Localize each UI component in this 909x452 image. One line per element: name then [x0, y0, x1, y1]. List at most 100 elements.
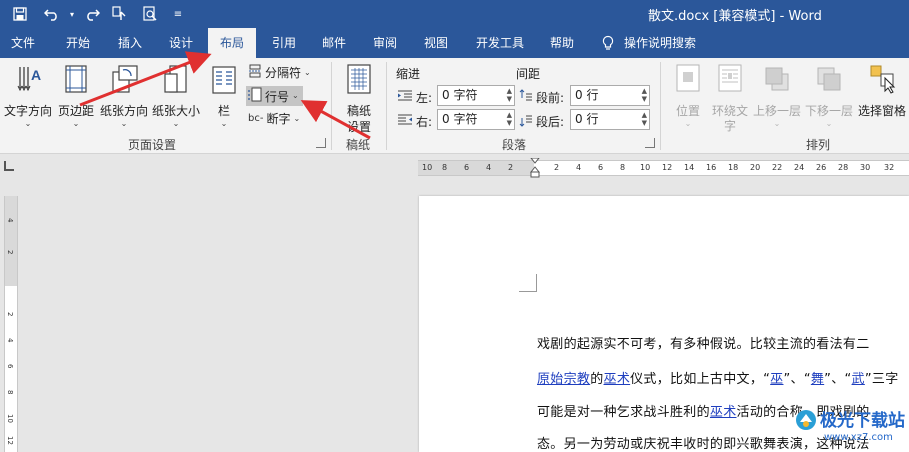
dialog-launcher-icon[interactable]	[316, 138, 326, 148]
site-watermark: 极光下载站 www.xz7.com	[790, 400, 909, 452]
spacing-after-icon	[519, 113, 533, 130]
selection-pane-button[interactable]: 选择窗格	[856, 62, 908, 132]
svg-text:A: A	[31, 67, 41, 83]
spacing-after-label: 段后:	[519, 113, 564, 130]
chevron-down-icon: ⌄	[24, 119, 32, 128]
chevron-down-icon: ⌄	[684, 119, 692, 128]
margins-icon	[64, 64, 88, 97]
text-direction-icon: A	[16, 64, 42, 97]
watermark-logo-icon	[794, 408, 818, 435]
wrap-text-button[interactable]: 环绕文 字	[708, 62, 752, 133]
arrange-group-label: 排列	[806, 138, 831, 152]
manuscript-settings-button[interactable]: 稿纸 设置	[338, 62, 380, 134]
horizontal-ruler[interactable]: 10 8 6 4 2 2 4 6 8 10 12 14 16 18 20 22 …	[418, 157, 909, 178]
text-direction-button[interactable]: A 文字方向 ⌄	[3, 62, 53, 132]
bring-forward-icon	[764, 66, 790, 95]
margins-button[interactable]: 页边距 ⌄	[56, 62, 96, 132]
spacing-before-label: 段前:	[519, 89, 564, 106]
chevron-down-icon: ⌄	[220, 119, 228, 128]
spinner-arrows-icon[interactable]: ▲ ▼	[507, 87, 512, 103]
indent-right-icon	[397, 114, 413, 129]
orientation-button[interactable]: 纸张方向 ⌄	[98, 62, 150, 132]
print-preview-icon[interactable]	[140, 4, 160, 24]
hyperlink[interactable]: 原始宗教	[537, 372, 590, 387]
customize-toolbar-icon[interactable]: ≡	[168, 4, 188, 24]
tab-insert[interactable]: 插入	[110, 28, 150, 58]
spacing-label: 间距	[516, 67, 541, 81]
ruler-left-margin	[418, 161, 534, 175]
chevron-down-icon: ⌄	[825, 119, 833, 128]
tab-developer[interactable]: 开发工具	[468, 28, 532, 58]
columns-button[interactable]: 栏 ⌄	[206, 62, 242, 132]
ribbon-layout: A 文字方向 ⌄ 页边距 ⌄ 纸张方向 ⌄ 纸张大小 ⌄ 栏 ⌄ 分隔符 ⌄ 行…	[0, 58, 909, 154]
hyphenation-icon: bc-	[248, 113, 264, 124]
ruler-top-margin	[5, 196, 17, 286]
size-button[interactable]: 纸张大小 ⌄	[150, 62, 202, 132]
orientation-icon	[109, 64, 139, 97]
spinner-arrows-icon[interactable]: ▲ ▼	[642, 87, 647, 103]
lightbulb-icon	[600, 35, 616, 51]
tab-review[interactable]: 审阅	[365, 28, 405, 58]
redo-icon[interactable]	[82, 4, 102, 24]
line-numbers-icon	[248, 87, 262, 105]
tab-references[interactable]: 引用	[264, 28, 304, 58]
tab-view[interactable]: 视图	[416, 28, 456, 58]
spacing-before-field[interactable]: 0 行 ▲ ▼	[570, 85, 650, 106]
position-button[interactable]: 位置 ⌄	[668, 62, 708, 132]
group-divider	[386, 62, 387, 150]
manuscript-icon	[347, 64, 371, 97]
vertical-ruler[interactable]: 4 2 2 4 6 8 10 12	[4, 196, 18, 452]
selection-pane-icon	[869, 64, 897, 97]
ribbon-tabs: 文件 开始 插入 设计 布局 引用 邮件 审阅 视图 开发工具 帮助 操作说明搜…	[0, 28, 909, 58]
tab-layout[interactable]: 布局	[208, 28, 256, 58]
undo-icon[interactable]	[42, 4, 62, 24]
chevron-down-icon: ⌄	[72, 119, 80, 128]
spacing-before-icon	[519, 89, 533, 106]
chevron-down-icon: ⌄	[172, 119, 180, 128]
hyperlink[interactable]: 巫术	[604, 372, 631, 387]
tab-selector-icon[interactable]	[4, 161, 14, 171]
spinner-arrows-icon[interactable]: ▲ ▼	[507, 111, 512, 127]
tab-home[interactable]: 开始	[58, 28, 98, 58]
line-numbers-button[interactable]: 行号 ⌄	[246, 86, 303, 106]
chevron-down-icon: ⌄	[773, 119, 781, 128]
hyperlink[interactable]: 巫	[770, 372, 783, 387]
breaks-icon	[248, 64, 262, 81]
dialog-launcher-icon[interactable]	[645, 138, 655, 148]
tell-me-search[interactable]: 操作说明搜索	[624, 28, 704, 58]
breaks-button[interactable]: 分隔符 ⌄	[248, 64, 311, 81]
indent-left-field[interactable]: 0 字符 ▲ ▼	[437, 85, 515, 106]
spacing-after-field[interactable]: 0 行 ▲ ▼	[570, 109, 650, 130]
wrap-text-icon	[718, 64, 742, 95]
touch-mode-icon[interactable]	[110, 4, 130, 24]
indent-left-label: 左:	[397, 89, 432, 106]
document-line[interactable]: 原始宗教的巫术仪式，比如上古中文，“巫”、“舞”、“武”三字	[537, 368, 899, 387]
hyperlink[interactable]: 武	[852, 372, 865, 387]
tab-design[interactable]: 设计	[161, 28, 201, 58]
save-icon[interactable]	[10, 4, 30, 24]
hyphenation-button[interactable]: bc- 断字 ⌄	[248, 110, 300, 127]
title-bar: ▾ ≡ 散文.docx [兼容模式] - Word	[0, 0, 909, 28]
indent-marker-icon[interactable]	[529, 157, 541, 181]
indent-left-icon	[397, 90, 413, 105]
spinner-arrows-icon[interactable]: ▲ ▼	[642, 111, 647, 127]
indent-right-label: 右:	[397, 113, 432, 130]
send-backward-button[interactable]: 下移一层 ⌄	[804, 62, 854, 132]
indent-right-field[interactable]: 0 字符 ▲ ▼	[437, 109, 515, 130]
bring-forward-button[interactable]: 上移一层 ⌄	[752, 62, 802, 132]
undo-dropdown-icon[interactable]: ▾	[62, 4, 82, 24]
document-line[interactable]: 戏剧的起源实不可考，有多种假说。比较主流的看法有二	[537, 333, 870, 352]
hyperlink[interactable]: 舞	[811, 372, 824, 387]
position-icon	[676, 64, 700, 95]
tab-file[interactable]: 文件	[4, 28, 42, 58]
tab-mailings[interactable]: 邮件	[314, 28, 354, 58]
chevron-down-icon: ⌄	[304, 67, 311, 77]
window-title: 散文.docx [兼容模式] - Word	[648, 9, 822, 24]
chevron-down-icon: ⌄	[293, 113, 301, 123]
paper-size-icon	[162, 64, 190, 97]
columns-icon	[212, 66, 236, 97]
send-backward-icon	[816, 66, 842, 95]
tab-help[interactable]: 帮助	[542, 28, 582, 58]
hyperlink[interactable]: 巫术	[710, 405, 737, 420]
group-divider	[331, 62, 332, 150]
